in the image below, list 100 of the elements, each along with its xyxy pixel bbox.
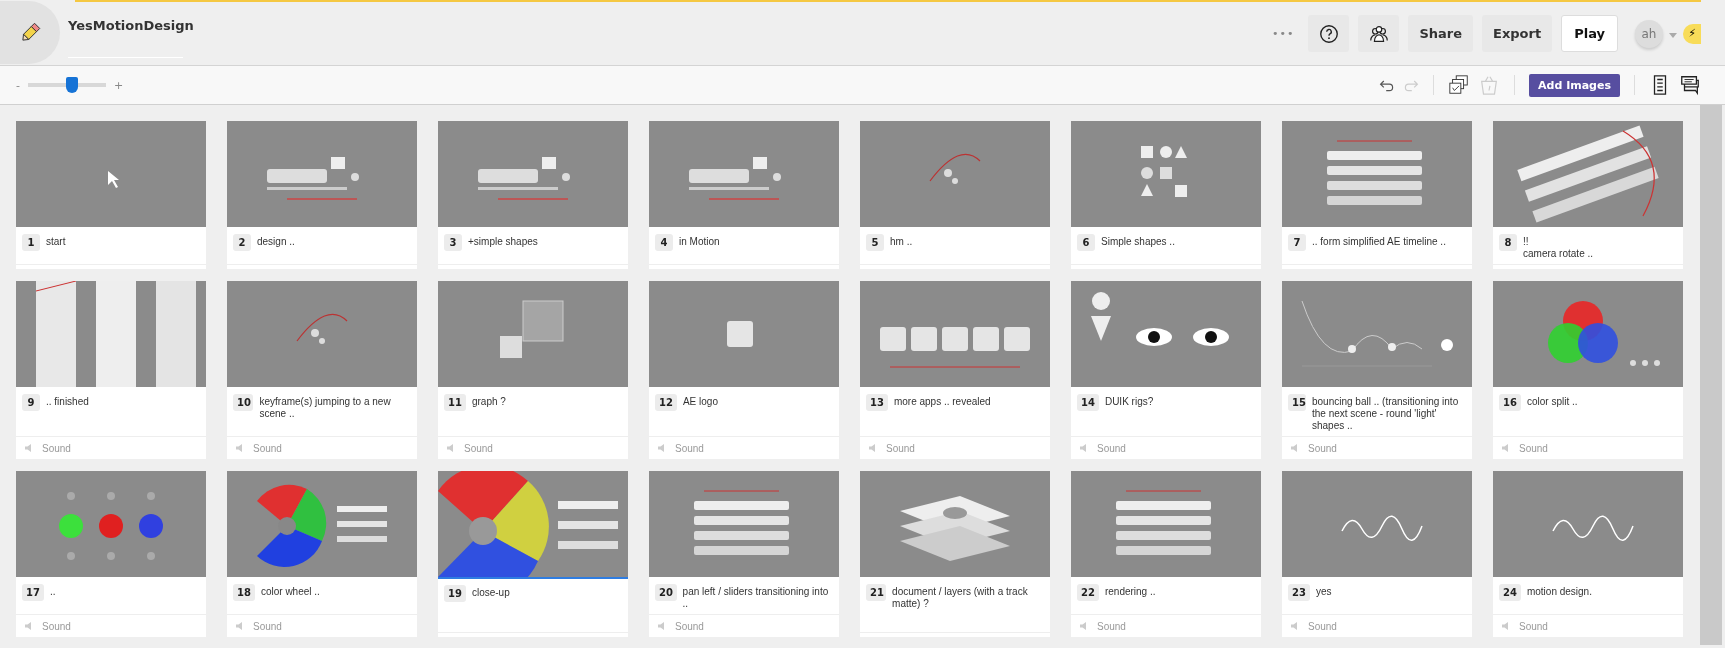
frame-caption[interactable]: +simple shapes <box>468 234 538 248</box>
frame-card[interactable]: 8 !! camera rotate .. <box>1493 121 1683 269</box>
frame-number: 7 <box>1288 234 1306 251</box>
add-images-button[interactable]: Add Images <box>1529 73 1620 97</box>
frame-card[interactable]: 18 color wheel .. Sound <box>227 471 417 637</box>
frame-card[interactable]: 24 motion design. Sound <box>1493 471 1683 637</box>
comments-icon[interactable] <box>1679 74 1701 96</box>
frame-number: 10 <box>233 394 254 411</box>
speaker-icon[interactable] <box>1079 443 1089 453</box>
frame-number: 4 <box>655 234 673 251</box>
frame-card[interactable]: 12 AE logo Sound <box>649 281 839 459</box>
frame-number: 23 <box>1288 584 1310 601</box>
speaker-icon[interactable] <box>657 621 667 631</box>
frame-number: 11 <box>444 394 466 411</box>
frame-caption[interactable]: !! camera rotate .. <box>1523 234 1594 260</box>
header-button[interactable]: Export <box>1482 15 1553 52</box>
frame-caption[interactable]: in Motion <box>679 234 720 248</box>
frame-number: 12 <box>655 394 677 411</box>
frame-number: 16 <box>1499 394 1521 411</box>
frame-number: 18 <box>233 584 255 601</box>
frame-caption[interactable]: graph ? <box>471 394 506 408</box>
frame-caption[interactable]: bouncing ball .. (transitioning into the next scene - round 'light' shapes .. <box>1312 394 1466 432</box>
help-button[interactable] <box>1308 15 1350 52</box>
frame-caption[interactable]: .. <box>49 584 56 598</box>
speaker-icon[interactable] <box>1290 443 1300 453</box>
frame-caption[interactable]: more apps .. revealed <box>893 394 991 408</box>
frame-card[interactable]: 13 more apps .. revealed Sound <box>860 281 1050 459</box>
logo-badge[interactable] <box>0 1 60 64</box>
frame-caption[interactable]: pan left / sliders transitioning into .. <box>682 584 833 610</box>
frame-caption[interactable]: document / layers (with a track matte) ? <box>892 584 1044 610</box>
frame-number: 2 <box>233 234 251 251</box>
frame-caption[interactable]: design .. <box>257 234 295 248</box>
frame-card[interactable]: 11 graph ? Sound <box>438 281 628 459</box>
frame-caption[interactable]: color split .. <box>1526 394 1578 408</box>
frame-caption[interactable]: Simple shapes .. <box>1101 234 1175 248</box>
frame-number: 17 <box>22 584 44 601</box>
frame-caption[interactable]: start <box>46 234 66 248</box>
scrollbar[interactable] <box>1700 105 1722 645</box>
frame-caption[interactable]: .. form simplified AE timeline .. <box>1312 234 1446 248</box>
frame-card[interactable]: 22 rendering .. Sound <box>1071 471 1261 637</box>
frame-card[interactable]: 9 .. finished Sound <box>16 281 206 459</box>
speaker-icon[interactable] <box>868 443 878 453</box>
frame-caption[interactable]: rendering .. <box>1104 584 1156 598</box>
frame-number: 22 <box>1077 584 1099 601</box>
header-button[interactable]: Share <box>1408 15 1473 52</box>
cards-check-icon[interactable] <box>1448 74 1471 96</box>
frame-card[interactable]: 3 +simple shapes <box>438 121 628 269</box>
caret-icon[interactable] <box>1669 33 1677 38</box>
frame-card[interactable]: 2 design .. <box>227 121 417 269</box>
frame-number: 14 <box>1077 394 1099 411</box>
speaker-icon[interactable] <box>657 443 667 453</box>
frame-number: 24 <box>1499 584 1521 601</box>
frame-caption[interactable]: color wheel .. <box>260 584 320 598</box>
frame-number: 8 <box>1499 234 1517 251</box>
frame-caption[interactable]: DUIK rigs? <box>1104 394 1154 408</box>
frame-number: 21 <box>866 584 887 601</box>
speaker-icon[interactable] <box>1501 443 1511 453</box>
slider-thumb[interactable] <box>65 77 78 93</box>
frame-number: 13 <box>866 394 888 411</box>
speaker-icon[interactable] <box>1079 621 1089 631</box>
frame-card[interactable]: 19 close-up <box>438 471 628 637</box>
frame-card[interactable]: 23 yes Sound <box>1282 471 1472 637</box>
frame-card[interactable]: 1 start <box>16 121 206 269</box>
speaker-icon[interactable] <box>446 443 456 453</box>
frame-card[interactable]: 4 in Motion <box>649 121 839 269</box>
frame-number: 20 <box>655 584 677 601</box>
frame-card[interactable]: 16 color split .. Sound <box>1493 281 1683 459</box>
frame-number: 15 <box>1288 394 1306 411</box>
frame-card[interactable]: 6 Simple shapes .. <box>1071 121 1261 269</box>
frame-caption[interactable]: AE logo <box>682 394 718 408</box>
frame-caption[interactable]: close-up <box>471 585 510 599</box>
speaker-icon[interactable] <box>24 443 34 453</box>
help-icon <box>1317 22 1340 45</box>
frame-card[interactable]: 14 DUIK rigs? Sound <box>1071 281 1261 459</box>
frame-card[interactable]: 20 pan left / sliders transitioning into .. Sound <box>649 471 839 637</box>
frame-card[interactable]: 15 bouncing ball .. (transitioning into the next scene - round 'light' shapes .. Sound <box>1282 281 1472 459</box>
speaker-icon[interactable] <box>235 443 245 453</box>
pencil-icon <box>19 21 41 44</box>
zoom-out-label[interactable]: - <box>16 78 20 92</box>
frame-number: 1 <box>22 234 40 251</box>
frame-card[interactable]: 5 hm .. <box>860 121 1050 269</box>
frame-card[interactable]: 17 .. Sound <box>16 471 206 637</box>
project-title[interactable]: YesMotionDesign <box>68 17 194 35</box>
speaker-icon[interactable] <box>235 621 245 631</box>
frame-caption[interactable]: keyframe(s) jumping to a new scene .. <box>259 394 411 420</box>
frame-number: 3 <box>444 234 462 251</box>
frame-caption[interactable]: motion design. <box>1526 584 1592 598</box>
frame-number: 9 <box>22 394 40 411</box>
frame-card[interactable]: 10 keyframe(s) jumping to a new scene .. Sound <box>227 281 417 459</box>
frame-card[interactable]: 7 .. form simplified AE timeline .. <box>1282 121 1472 269</box>
speaker-icon[interactable] <box>1501 621 1511 631</box>
frame-caption[interactable]: .. finished <box>46 394 89 408</box>
play-button[interactable]: Play <box>1561 15 1618 52</box>
frame-card[interactable]: 21 document / layers (with a track matte) ? <box>860 471 1050 637</box>
frame-caption[interactable]: hm .. <box>890 234 913 248</box>
frame-caption[interactable]: yes <box>1315 584 1332 598</box>
speaker-icon[interactable] <box>24 621 34 631</box>
speaker-icon[interactable] <box>1290 621 1300 631</box>
upgrade-badge[interactable]: ⚡ <box>1683 23 1701 44</box>
people-button[interactable] <box>1358 15 1400 52</box>
